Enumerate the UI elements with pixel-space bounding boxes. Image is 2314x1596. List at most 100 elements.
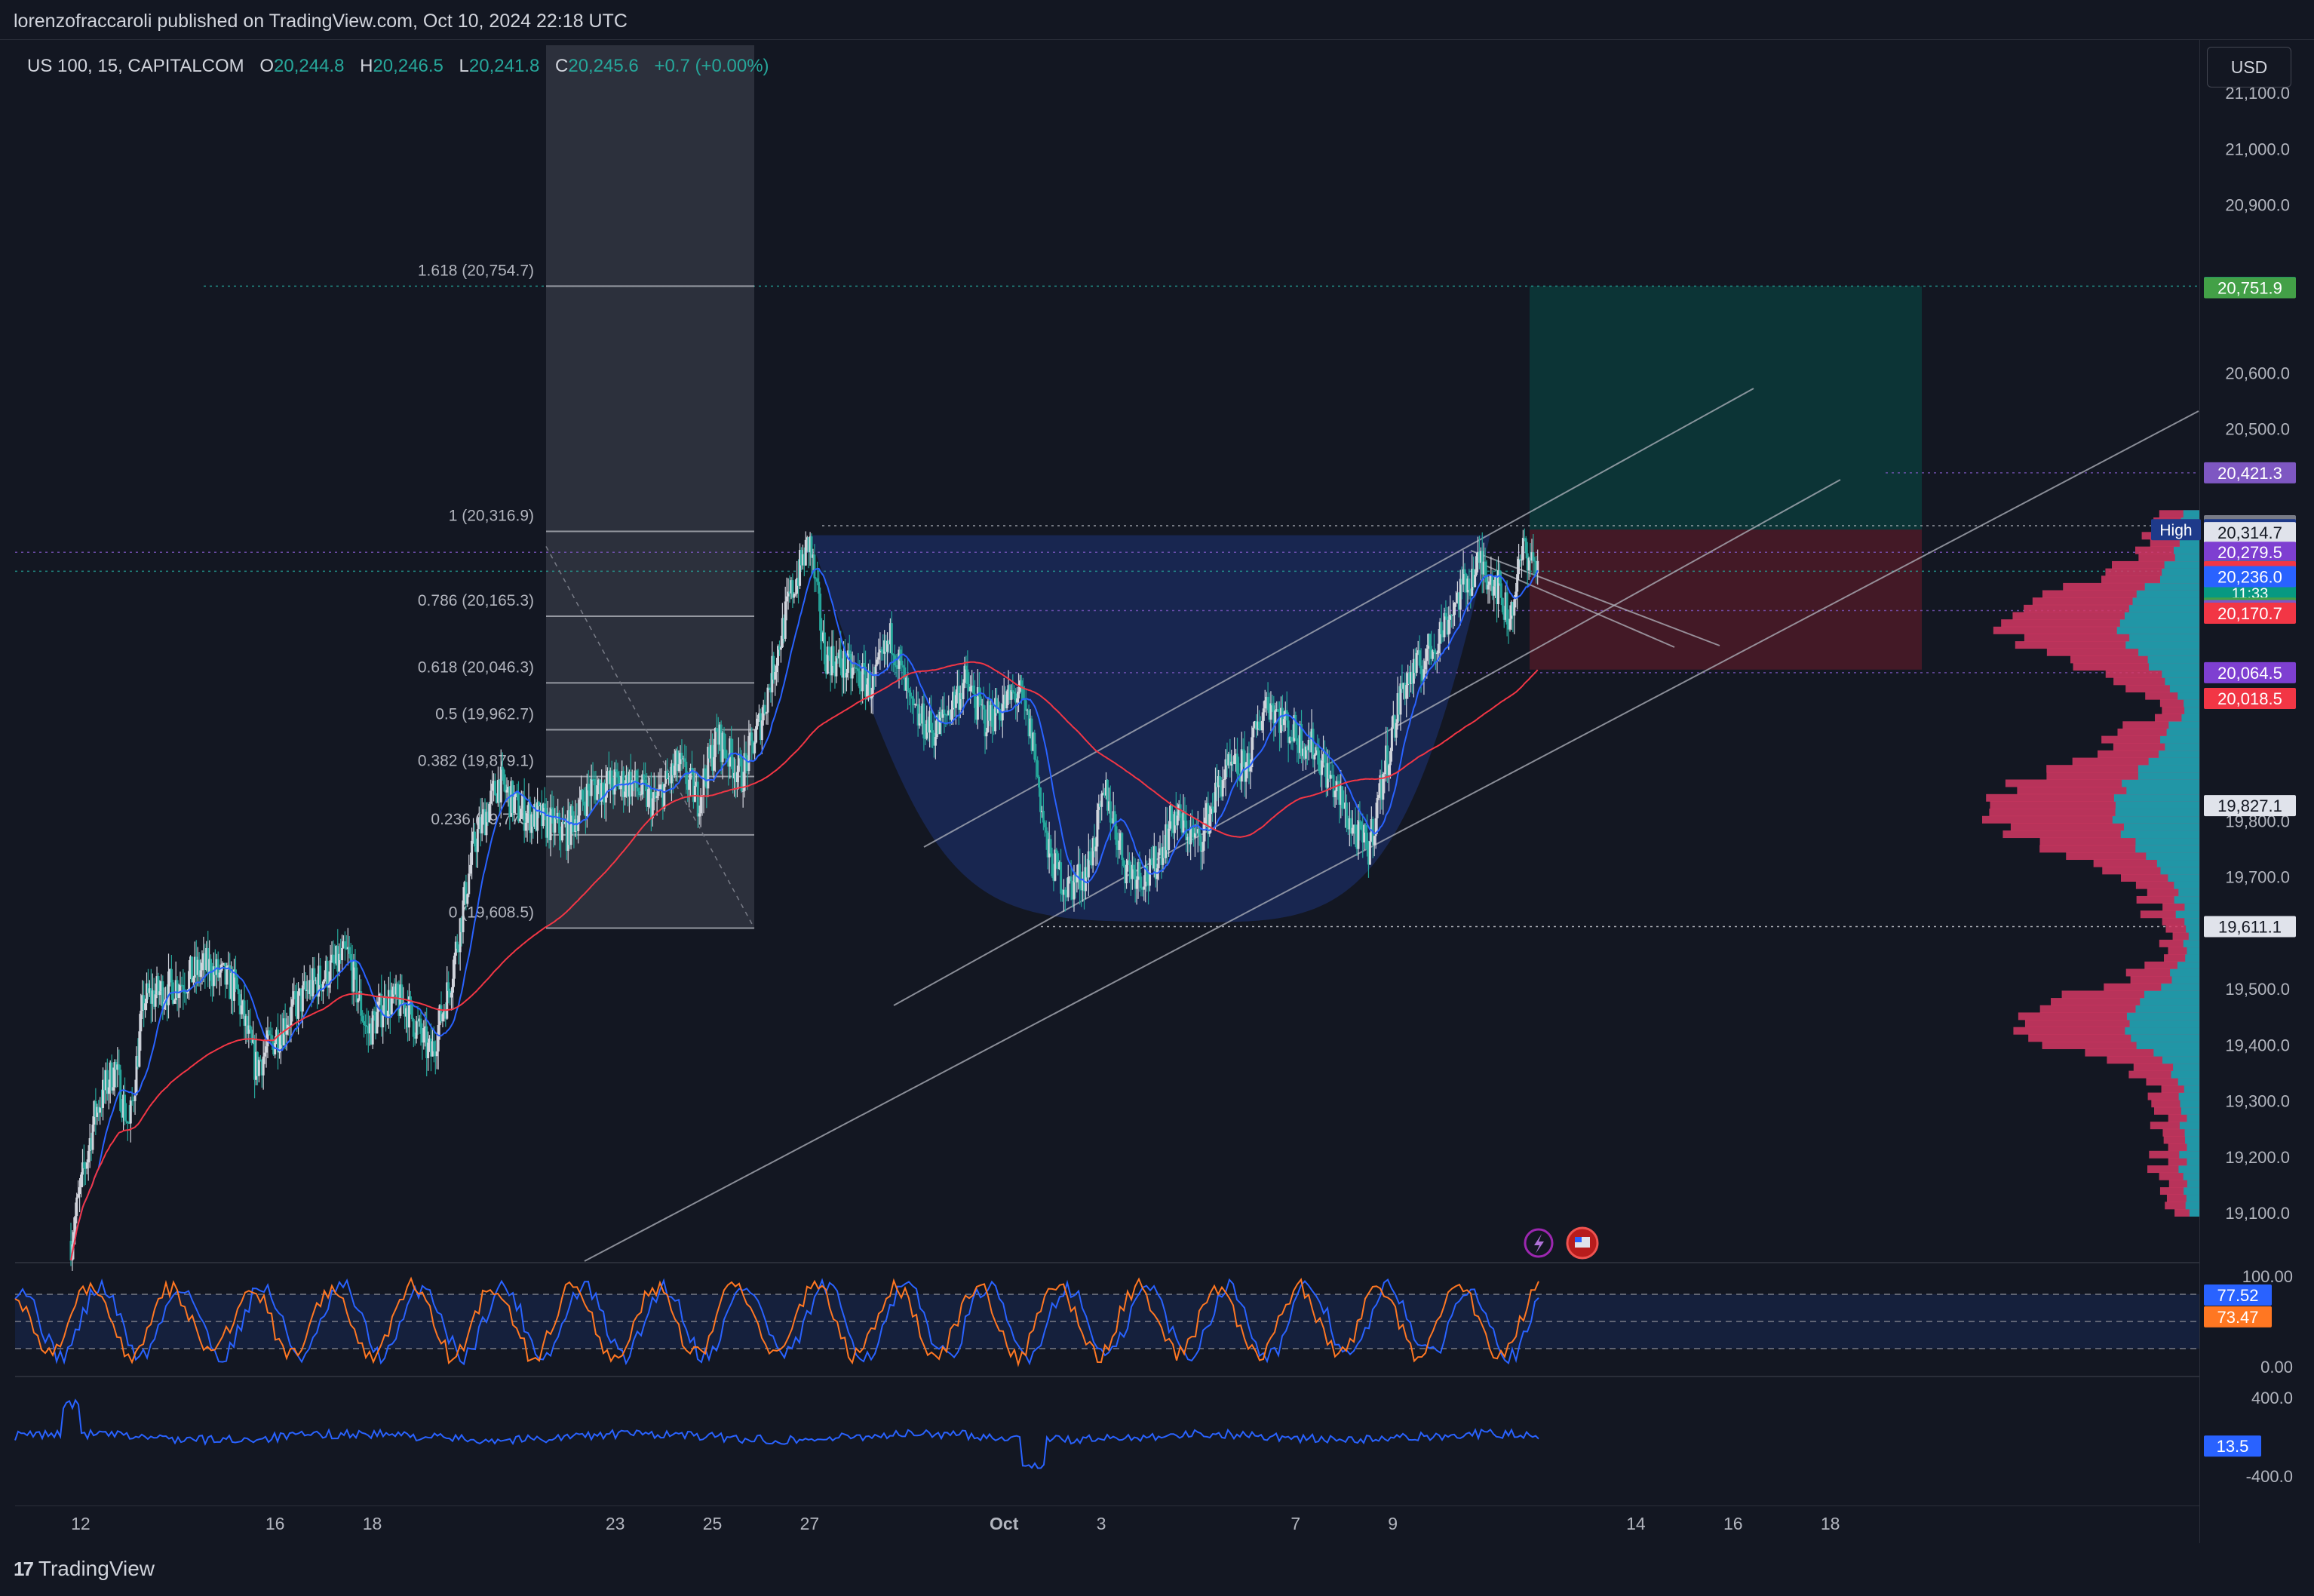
candle-body [341,947,344,961]
candle-body [704,768,707,780]
candle-body [740,758,743,791]
candle-body [1294,715,1297,738]
chart-canvas[interactable]: 1.618 (20,754.7) 1 (20,316.9) 0.786 (20,16… [0,0,2314,1543]
candle-body [1443,612,1446,637]
candle-body [755,726,758,743]
candle-body [262,1056,265,1076]
candle-body [199,970,202,978]
us-flag-icon-canton [1575,1237,1582,1242]
volume-bar-buy [2136,1041,2199,1049]
volume-bar-buy [2184,903,2199,911]
footer: 17 TradingView [0,1543,2314,1596]
volume-bar-buy [2184,1128,2199,1137]
candle-body [365,1025,368,1027]
candle-body [1493,586,1496,596]
candle-body [950,709,953,720]
fib-level-label: 1 (20,316.9) [449,507,534,524]
candle-body [1271,703,1274,706]
volume-bar-buy [2183,1172,2199,1180]
volume-bar-buy [2162,670,2199,678]
candle-body [1415,652,1418,674]
tradingview-logo[interactable]: 17 TradingView [14,1557,155,1581]
volume-bar-buy [2119,619,2199,628]
volume-bar-buy [2135,837,2199,846]
candle-body [876,659,879,665]
candle-body [1024,700,1027,711]
price-tick-label: 19,200.0 [2225,1148,2290,1167]
price-badge-label: 20,018.5 [2217,689,2282,708]
candle-body [75,1197,78,1217]
volume-bar-buy [2178,1165,2199,1174]
candle-body [499,766,502,803]
candle-body [268,1030,271,1035]
candle-body [779,647,782,650]
candle-body [848,650,851,654]
candle-body [1499,583,1502,598]
volume-bar-buy [2184,1085,2199,1093]
candle-body [774,672,777,680]
candle-body [154,994,157,1007]
momentum-badge-label: 13.5 [2217,1437,2249,1456]
price-badge-label: 20,236.0 [2217,568,2282,587]
candle-body [1262,708,1265,721]
price-badge-label: 19,827.1 [2217,796,2282,815]
candle-body [549,807,552,841]
candle-body [666,770,669,779]
price-badge-label: 20,314.7 [2217,523,2282,542]
candle-body [382,1015,385,1028]
candle-body [1257,721,1260,729]
candle-body [1157,852,1160,869]
candle-body [590,778,593,796]
candle-body [554,818,557,833]
candle-body [901,661,904,666]
candle-body [441,1014,444,1022]
candle-body [129,1100,132,1124]
candle-body [112,1087,115,1091]
candle-body [412,1019,415,1037]
candle-body [1017,692,1020,698]
candle-body [696,781,699,817]
volume-bar-buy [2177,1078,2199,1086]
candle-body [1143,886,1146,890]
tradingview-logo-icon: 17 [14,1557,34,1580]
candle-body [1508,618,1511,630]
oscillator-badge-label: 77.52 [2217,1286,2258,1305]
currency-button[interactable]: USD [2207,47,2291,87]
volume-bar-buy [2187,1143,2199,1152]
candle-body [1128,860,1131,865]
candle-body [332,954,335,963]
candle-body [943,709,946,715]
volume-bar-buy [2183,510,2199,518]
candle-body [818,582,821,594]
candle-body [1373,836,1376,846]
candle-body [804,539,807,566]
candle-body [78,1187,81,1195]
candle-body [1468,579,1471,590]
candle-body [753,742,756,753]
candle-body [1475,556,1478,575]
candle-body [593,778,596,786]
candle-body [1377,795,1380,798]
candle-body [1341,786,1344,809]
volume-bar-buy [2159,750,2199,758]
candle-body [85,1162,88,1169]
volume-bar-buy [2179,539,2199,547]
candle-body [1524,538,1527,554]
candle-body [80,1174,83,1188]
candle-body [237,989,240,995]
time-tick-label: 23 [606,1514,625,1533]
candle-body [1033,732,1036,760]
oscillator-tick-label: 100.00 [2242,1267,2293,1286]
candle-body [304,981,307,991]
candle-body [138,1031,141,1067]
candle-body [1043,822,1046,827]
candle-body [965,665,968,670]
candle-body [456,941,459,949]
candle-body [1202,823,1205,851]
time-tick-label: 18 [1821,1514,1840,1533]
candle-body [1013,692,1016,694]
volume-bar-buy [2168,721,2199,729]
candle-body [1204,818,1207,824]
candle-body [1444,612,1447,617]
candle-body [1221,780,1224,796]
